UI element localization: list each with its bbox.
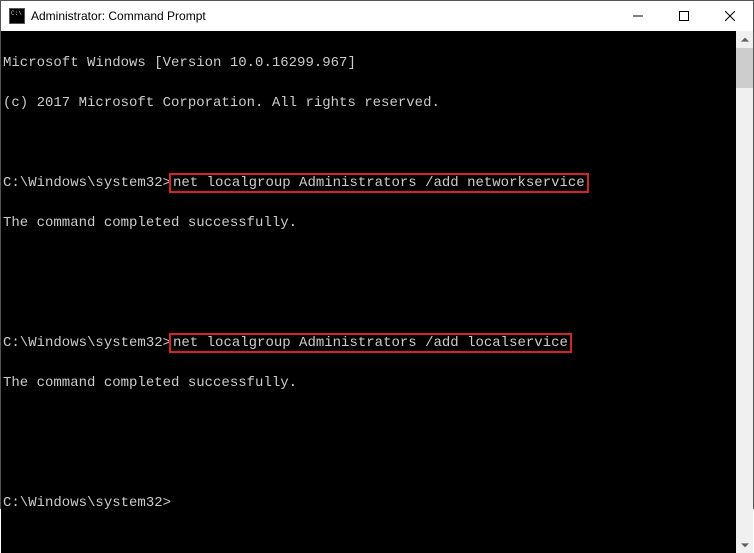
- close-button[interactable]: [707, 1, 753, 31]
- command-highlight: net localgroup Administrators /add local…: [169, 333, 572, 353]
- prompt-line: C:\Windows\system32>net localgroup Admin…: [3, 333, 736, 353]
- output-blank: [3, 413, 736, 433]
- console-area: Microsoft Windows [Version 10.0.16299.96…: [1, 31, 753, 553]
- chevron-down-icon: [741, 541, 749, 549]
- minimize-button[interactable]: [615, 1, 661, 31]
- scroll-up-button[interactable]: [736, 31, 753, 48]
- output-line: Microsoft Windows [Version 10.0.16299.96…: [3, 53, 736, 73]
- vertical-scrollbar[interactable]: [736, 31, 753, 553]
- scrollbar-track[interactable]: [736, 48, 753, 536]
- window-title: Administrator: Command Prompt: [31, 9, 206, 23]
- prompt: C:\Windows\system32>: [3, 335, 171, 351]
- scrollbar-thumb[interactable]: [736, 48, 753, 88]
- output-blank: [3, 253, 736, 273]
- prompt-line: C:\Windows\system32>net localgroup Admin…: [3, 173, 736, 193]
- output-blank: [3, 453, 736, 473]
- output-line: The command completed successfully.: [3, 213, 736, 233]
- output-blank: [3, 133, 736, 153]
- scroll-down-button[interactable]: [736, 536, 753, 553]
- command-highlight: net localgroup Administrators /add netwo…: [169, 173, 589, 193]
- minimize-icon: [633, 11, 643, 21]
- console-output[interactable]: Microsoft Windows [Version 10.0.16299.96…: [1, 31, 736, 553]
- output-line: (c) 2017 Microsoft Corporation. All righ…: [3, 93, 736, 113]
- maximize-button[interactable]: [661, 1, 707, 31]
- output-blank: [3, 293, 736, 313]
- titlebar[interactable]: Administrator: Command Prompt: [1, 1, 753, 31]
- command-prompt-window: Administrator: Command Prompt Microsoft …: [0, 0, 754, 509]
- chevron-up-icon: [741, 36, 749, 44]
- prompt: C:\Windows\system32>: [3, 175, 171, 191]
- app-icon: [9, 8, 25, 24]
- maximize-icon: [679, 11, 689, 21]
- close-icon: [725, 11, 735, 21]
- prompt-line: C:\Windows\system32>: [3, 493, 736, 513]
- output-line: The command completed successfully.: [3, 373, 736, 393]
